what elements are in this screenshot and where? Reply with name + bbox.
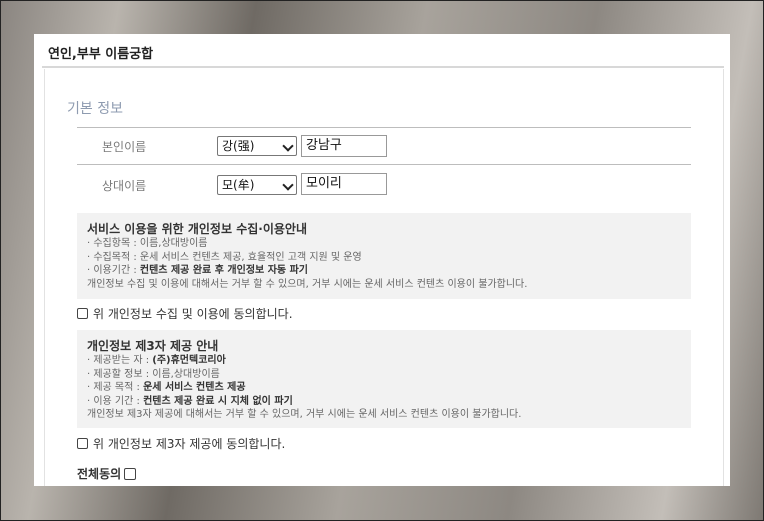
third-party-notice: 개인정보 제3자 제공 안내 · 제공받는 자 : (주)휴먼텍코리아 · 제공… — [77, 330, 691, 428]
self-hanja-value: 강(强) — [222, 139, 255, 153]
self-hanja-select[interactable]: 강(强) — [217, 136, 297, 156]
chevron-down-icon — [282, 140, 294, 152]
third-party-period: · 이용 기간 : 컨텐츠 제공 완료 시 지체 없이 파기 — [87, 395, 293, 407]
partner-hanja-select[interactable]: 모(牟) — [217, 175, 297, 195]
third-party-recipient: · 제공받는 자 : (주)휴먼텍코리아 — [87, 355, 226, 366]
self-name-label: 본인이름 — [102, 140, 147, 154]
section-divider — [77, 127, 691, 128]
third-party-note: 개인정보 제3자 제공에 대해서는 거부 할 수 있으며, 거부 시에는 운세 … — [87, 409, 522, 420]
section-title: 기본 정보 — [67, 101, 123, 117]
third-party-purpose: · 제공 목적 : 운세 서비스 컨텐츠 제공 — [87, 382, 246, 393]
all-agree-row[interactable]: 전체동의 — [77, 465, 137, 482]
self-name-input[interactable]: 강남구 — [301, 135, 387, 157]
title-divider — [42, 66, 724, 68]
privacy-notice: 서비스 이용을 위한 개인정보 수집·이용안내 · 수집항목 : 이름,상대방이… — [77, 213, 691, 299]
all-agree-label[interactable]: 전체동의 — [77, 465, 121, 482]
privacy-notice-title: 서비스 이용을 위한 개인정보 수집·이용안내 — [87, 222, 307, 236]
third-party-info: · 제공할 정보 : 이름,상대방이름 — [87, 368, 220, 380]
panel-title: 연인,부부 이름궁합 — [48, 47, 154, 62]
privacy-period: · 이용기간 : 컨텐츠 제공 완료 후 개인정보 자동 파기 — [87, 265, 308, 276]
all-agree-checkbox[interactable] — [124, 467, 137, 480]
third-party-agree-label[interactable]: 위 개인정보 제3자 제공에 동의합니다. — [93, 435, 285, 452]
partner-name-input[interactable]: 모이리 — [301, 173, 387, 195]
privacy-agree-label[interactable]: 위 개인정보 수집 및 이용에 동의합니다. — [93, 305, 293, 322]
partner-name-label: 상대이름 — [102, 179, 147, 193]
chevron-down-icon — [282, 179, 294, 191]
third-party-agree-checkbox[interactable] — [77, 438, 88, 449]
privacy-agree-row[interactable]: 위 개인정보 수집 및 이용에 동의합니다. — [77, 305, 293, 322]
row-divider — [77, 164, 691, 165]
privacy-purpose: · 수집목적 : 운세 서비스 컨텐츠 제공, 효율적인 고객 지원 및 운영 — [87, 251, 362, 263]
privacy-items: · 수집항목 : 이름,상대방이름 — [87, 238, 208, 249]
third-party-notice-title: 개인정보 제3자 제공 안내 — [87, 339, 219, 353]
privacy-agree-checkbox[interactable] — [77, 308, 88, 319]
privacy-note: 개인정보 수집 및 이용에 대해서는 거부 할 수 있으며, 거부 시에는 운세… — [87, 278, 528, 290]
partner-hanja-value: 모(牟) — [222, 178, 255, 192]
third-party-agree-row[interactable]: 위 개인정보 제3자 제공에 동의합니다. — [77, 435, 285, 452]
fortune-form-panel: 연인,부부 이름궁합 기본 정보 본인이름 강(强) 강남구 상대이름 모(牟)… — [34, 34, 730, 486]
